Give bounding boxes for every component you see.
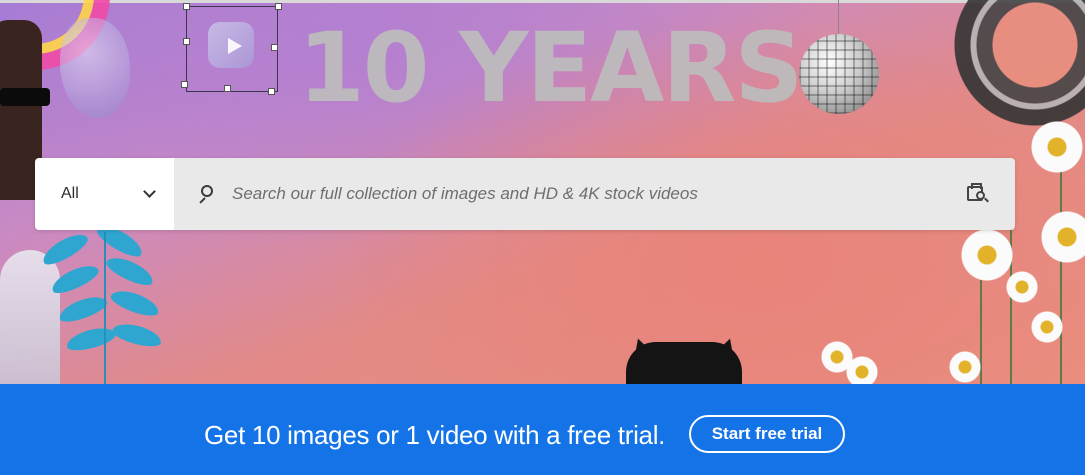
frame-handle bbox=[275, 3, 282, 10]
film-reel-decoration bbox=[950, 0, 1085, 130]
search-icon bbox=[198, 185, 216, 204]
frame-handle bbox=[183, 38, 190, 45]
category-value: All bbox=[61, 185, 79, 202]
leaf-decoration bbox=[38, 228, 92, 270]
daisy-flower bbox=[1030, 310, 1064, 344]
leaf-decoration bbox=[110, 319, 164, 351]
leaf-decoration bbox=[103, 252, 157, 290]
promo-text: Get 10 images or 1 video with a free tri… bbox=[204, 420, 666, 450]
frame-handle bbox=[268, 88, 275, 95]
frame-handle bbox=[271, 44, 278, 51]
glass-blob-decoration bbox=[60, 18, 130, 118]
search-icon-handle bbox=[199, 197, 206, 204]
hero-title: 10 YEARS bbox=[298, 12, 803, 124]
flower-stem bbox=[1060, 170, 1062, 384]
disco-string bbox=[838, 0, 839, 36]
leaf-decoration bbox=[64, 323, 118, 355]
sunglasses-decoration bbox=[0, 88, 50, 106]
daisy-flower bbox=[1005, 270, 1039, 304]
frame-handle bbox=[224, 85, 231, 92]
cat-silhouette bbox=[626, 342, 742, 384]
daisy-flower bbox=[960, 228, 1014, 282]
daisy-flower bbox=[948, 350, 982, 384]
search-bar: All bbox=[35, 158, 1015, 230]
search-input[interactable] bbox=[232, 184, 952, 204]
daisy-flower bbox=[1040, 210, 1085, 264]
start-free-trial-button[interactable]: Start free trial bbox=[689, 415, 845, 453]
search-icon-ring bbox=[201, 185, 213, 197]
visual-search-lens-handle bbox=[984, 197, 989, 203]
frame-handle bbox=[183, 3, 190, 10]
leaf-decoration bbox=[56, 291, 110, 327]
top-divider bbox=[0, 0, 1085, 3]
search-field bbox=[174, 158, 1015, 230]
frame-handle bbox=[181, 81, 188, 88]
fern-stem bbox=[104, 232, 106, 384]
daisy-flower bbox=[845, 355, 879, 384]
chevron-down-icon bbox=[143, 185, 156, 198]
daisy-flower bbox=[1030, 120, 1084, 174]
leaf-decoration bbox=[108, 285, 162, 321]
selection-frame-decoration bbox=[186, 6, 278, 92]
disco-ball-decoration bbox=[799, 34, 879, 114]
visual-search-icon[interactable] bbox=[967, 183, 989, 204]
person-image-lower bbox=[0, 250, 60, 384]
category-dropdown[interactable]: All bbox=[35, 158, 174, 230]
